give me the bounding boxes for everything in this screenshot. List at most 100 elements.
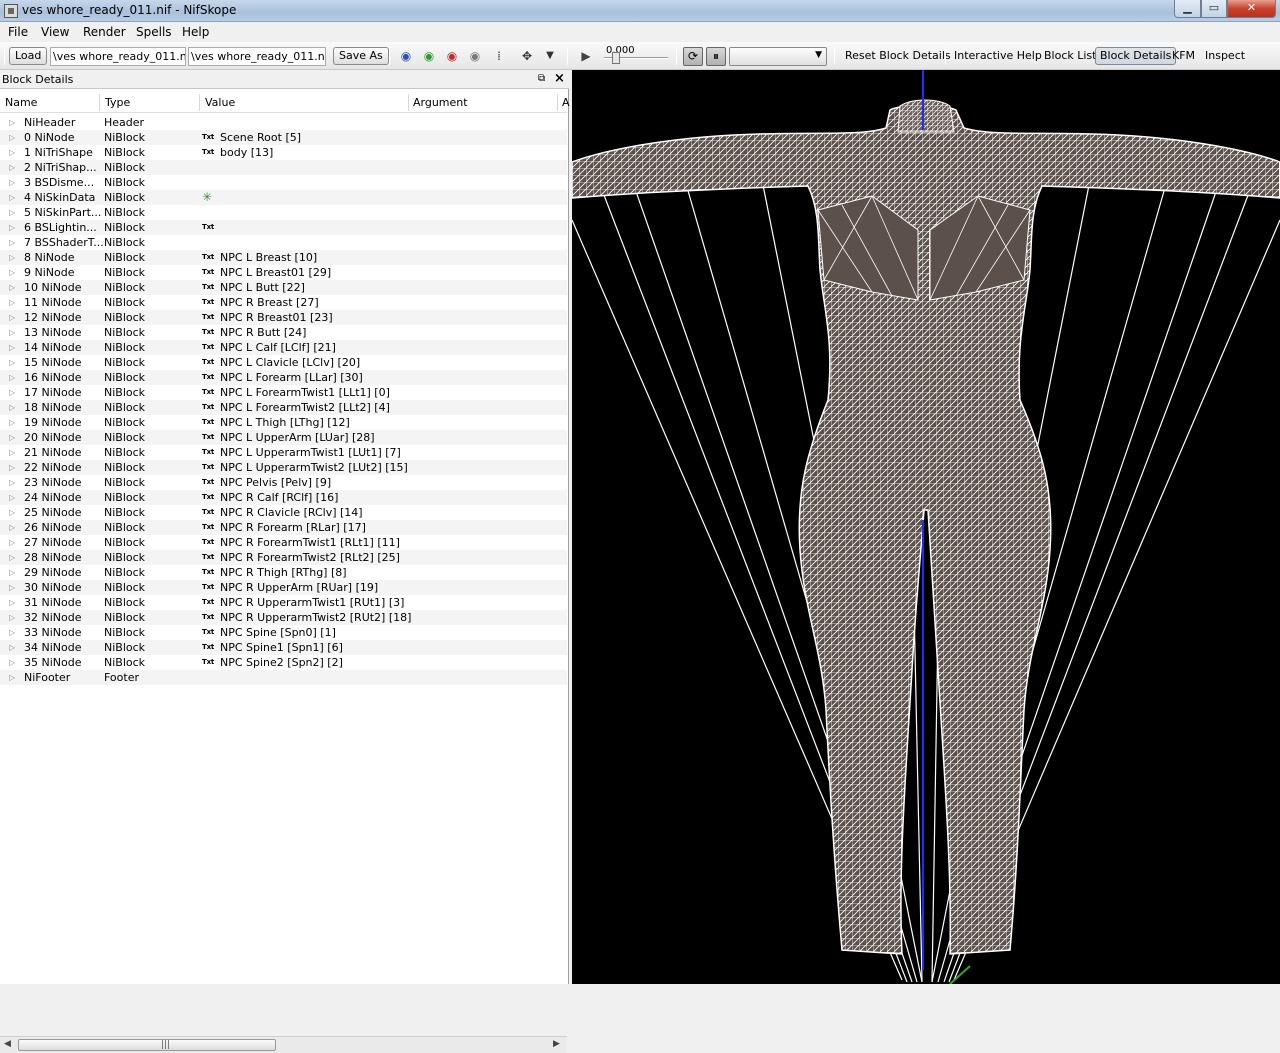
table-row[interactable]: ▷ 14 NiNode NiBlock Txt NPC L Calf [LClf] [2… [0, 340, 567, 355]
row-value[interactable]: NPC L UpperarmTwist1 [LUt1] [7] [220, 445, 401, 460]
eye-red-icon[interactable]: ◉ [443, 49, 461, 63]
triangle-right-icon[interactable]: ▷ [9, 445, 15, 460]
row-value[interactable]: NPC L Forearm [LLar] [30] [220, 370, 363, 385]
triangle-right-icon[interactable]: ▷ [9, 280, 15, 295]
float-panel-icon[interactable]: ⧉ [538, 73, 545, 84]
scroll-left-icon[interactable]: ◀ [4, 1039, 11, 1049]
table-row[interactable]: ▷ 3 BSDisme... NiBlock [0, 175, 567, 190]
triangle-right-icon[interactable]: ▷ [9, 580, 15, 595]
table-row[interactable]: ▷ 1 NiTriShape NiBlock Txt body [13] [0, 145, 567, 160]
triangle-right-icon[interactable]: ▷ [9, 250, 15, 265]
triangle-right-icon[interactable]: ▷ [9, 565, 15, 580]
row-value[interactable]: Scene Root [5] [220, 130, 301, 145]
table-row[interactable]: ▷ 29 NiNode NiBlock Txt NPC R Thigh [RThg] [… [0, 565, 567, 580]
triangle-right-icon[interactable]: ▷ [9, 415, 15, 430]
table-row[interactable]: ▷ 4 NiSkinData NiBlock ✳ [0, 190, 567, 205]
row-value[interactable]: NPC L Breast [10] [220, 250, 317, 265]
column-divider[interactable] [408, 94, 409, 111]
triangle-right-icon[interactable]: ▷ [9, 130, 15, 145]
horizontal-scrollbar[interactable]: ◀ ||| ▶ [0, 1036, 567, 1053]
table-row[interactable]: ▷ 21 NiNode NiBlock Txt NPC L UpperarmTwist1… [0, 445, 567, 460]
table-row[interactable]: ▷ 17 NiNode NiBlock Txt NPC L ForearmTwist1 … [0, 385, 567, 400]
triangle-right-icon[interactable]: ▷ [9, 385, 15, 400]
row-value[interactable]: NPC R UpperarmTwist1 [RUt1] [3] [220, 595, 404, 610]
minimize-button[interactable]: ▁ [1174, 0, 1201, 18]
table-row[interactable]: ▷ 20 NiNode NiBlock Txt NPC L UpperArm [LUar… [0, 430, 567, 445]
eye-green-icon[interactable]: ◉ [420, 49, 438, 63]
triangle-right-icon[interactable]: ▷ [9, 520, 15, 535]
time-slider-thumb[interactable] [612, 52, 620, 64]
row-value[interactable]: NPC R Forearm [RLar] [17] [220, 520, 366, 535]
table-row[interactable]: ▷ 32 NiNode NiBlock Txt NPC R UpperarmTwist2… [0, 610, 567, 625]
table-row[interactable]: ▷ 18 NiNode NiBlock Txt NPC L ForearmTwist2 … [0, 400, 567, 415]
triangle-right-icon[interactable]: ▷ [9, 625, 15, 640]
row-value[interactable]: NPC Spine2 [Spn2] [2] [220, 655, 343, 670]
triangle-right-icon[interactable]: ▷ [9, 490, 15, 505]
triangle-right-icon[interactable]: ▷ [9, 670, 15, 685]
row-value[interactable]: NPC L Calf [LClf] [21] [220, 340, 336, 355]
row-value[interactable]: NPC L Breast01 [29] [220, 265, 331, 280]
table-row[interactable]: ▷ 28 NiNode NiBlock Txt NPC R ForearmTwist2 … [0, 550, 567, 565]
loop-icon[interactable]: ⟳ [683, 47, 703, 66]
table-row[interactable]: ▷ 31 NiNode NiBlock Txt NPC R UpperarmTwist1… [0, 595, 567, 610]
save-path-field[interactable]: \ves whore_ready_011.nif [188, 47, 326, 66]
triangle-right-icon[interactable]: ▷ [9, 655, 15, 670]
triangle-right-icon[interactable]: ▷ [9, 265, 15, 280]
inspect-toggle[interactable]: Inspect [1205, 49, 1245, 62]
reset-block-details-button[interactable]: Reset Block Details [845, 49, 951, 62]
table-row[interactable]: ▷ 27 NiNode NiBlock Txt NPC R ForearmTwist1 … [0, 535, 567, 550]
table-row[interactable]: ▷ 33 NiNode NiBlock Txt NPC Spine [Spn0] [1] [0, 625, 567, 640]
triangle-right-icon[interactable]: ▷ [9, 160, 15, 175]
triangle-right-icon[interactable]: ▷ [9, 535, 15, 550]
column-header-type[interactable]: Type [105, 96, 130, 109]
row-value[interactable]: NPC R Breast [27] [220, 295, 319, 310]
table-row[interactable]: ▷ 6 BSLightin... NiBlock Txt [0, 220, 567, 235]
triangle-right-icon[interactable]: ▷ [9, 475, 15, 490]
table-row[interactable]: ▷ 12 NiNode NiBlock Txt NPC R Breast01 [23] [0, 310, 567, 325]
row-value[interactable]: NPC R Clavicle [RClv] [14] [220, 505, 363, 520]
menu-help[interactable]: Help [182, 25, 209, 39]
triangle-right-icon[interactable]: ▷ [9, 310, 15, 325]
triangle-right-icon[interactable]: ▷ [9, 595, 15, 610]
triangle-right-icon[interactable]: ▷ [9, 295, 15, 310]
row-value[interactable]: body [13] [220, 145, 273, 160]
block-list-toggle[interactable]: Block List [1044, 49, 1096, 62]
table-row[interactable]: ▷ 9 NiNode NiBlock Txt NPC L Breast01 [29] [0, 265, 567, 280]
table-row[interactable]: ▷ 26 NiNode NiBlock Txt NPC R Forearm [RLar]… [0, 520, 567, 535]
table-row[interactable]: ▷ 10 NiNode NiBlock Txt NPC L Butt [22] [0, 280, 567, 295]
table-row[interactable]: ▷ NiHeader Header [0, 115, 567, 130]
triangle-right-icon[interactable]: ▷ [9, 205, 15, 220]
load-path-field[interactable]: \ves whore_ready_011.nif [50, 47, 186, 66]
menu-file[interactable]: File [8, 25, 28, 39]
menu-view[interactable]: View [41, 25, 69, 39]
triangle-right-icon[interactable]: ▷ [9, 145, 15, 160]
row-value[interactable]: NPC L ForearmTwist2 [LLt2] [4] [220, 400, 390, 415]
table-row[interactable]: ▷ 34 NiNode NiBlock Txt NPC Spine1 [Spn1] [6… [0, 640, 567, 655]
row-value[interactable]: NPC R Calf [RClf] [16] [220, 490, 338, 505]
render-viewport[interactable] [572, 70, 1280, 984]
row-value[interactable]: NPC Pelvis [Pelv] [9] [220, 475, 331, 490]
table-row[interactable]: ▷ 15 NiNode NiBlock Txt NPC L Clavicle [LClv… [0, 355, 567, 370]
row-value[interactable]: NPC Spine [Spn0] [1] [220, 625, 336, 640]
table-row[interactable]: ▷ 0 NiNode NiBlock Txt Scene Root [5] [0, 130, 567, 145]
column-divider[interactable] [199, 94, 200, 111]
animation-select[interactable]: ▼ [729, 47, 827, 66]
row-value[interactable]: NPC L UpperArm [LUar] [28] [220, 430, 375, 445]
row-value[interactable]: NPC L UpperarmTwist2 [LUt2] [15] [220, 460, 408, 475]
block-details-toggle[interactable]: Block Details [1095, 47, 1177, 65]
table-row[interactable]: ▷ 8 NiNode NiBlock Txt NPC L Breast [10] [0, 250, 567, 265]
column-divider[interactable] [99, 94, 100, 111]
switch-animation-icon[interactable]: ⏸ [706, 47, 726, 66]
view-dropdown-icon[interactable]: ▼ [541, 49, 559, 63]
close-panel-icon[interactable]: × [554, 71, 565, 86]
interactive-help-button[interactable]: Interactive Help [954, 49, 1042, 62]
row-value[interactable]: NPC L Clavicle [LClv] [20] [220, 355, 360, 370]
table-row[interactable]: ▷ 11 NiNode NiBlock Txt NPC R Breast [27] [0, 295, 567, 310]
row-value[interactable]: NPC L Thigh [LThg] [12] [220, 415, 350, 430]
triangle-right-icon[interactable]: ▷ [9, 325, 15, 340]
triangle-right-icon[interactable]: ▷ [9, 460, 15, 475]
row-value[interactable]: NPC R Thigh [RThg] [8] [220, 565, 347, 580]
triangle-right-icon[interactable]: ▷ [9, 550, 15, 565]
table-row[interactable]: ▷ NiFooter Footer [0, 670, 567, 685]
column-header-extra[interactable]: A [562, 96, 570, 109]
